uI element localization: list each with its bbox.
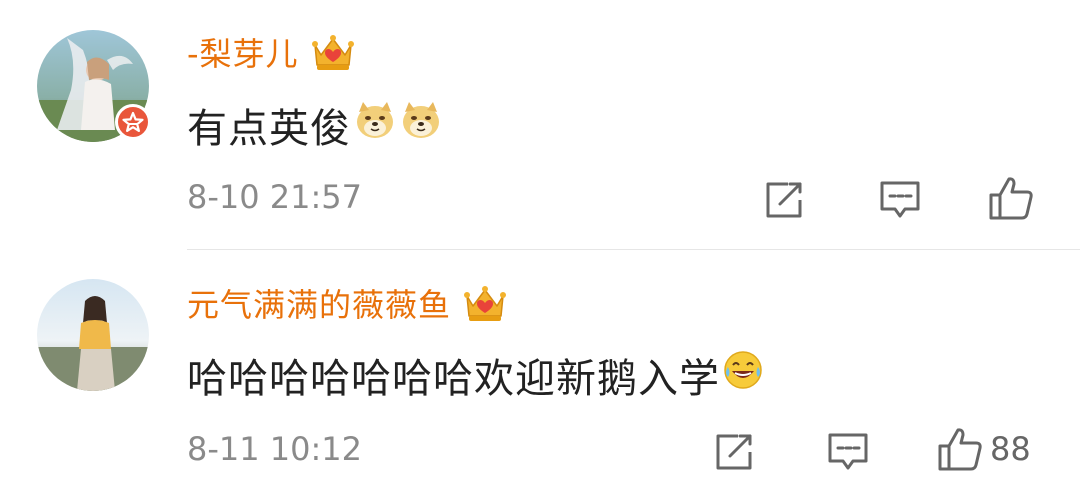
laugh-tears-emoji: [722, 349, 764, 401]
repost-button[interactable]: [710, 430, 758, 474]
username[interactable]: 元气满满的薇薇鱼: [187, 280, 451, 326]
thumbs-up-icon: [989, 177, 1033, 220]
thumbs-up-icon: [938, 428, 982, 471]
username-row: -梨芽儿: [187, 28, 357, 76]
timestamp: 8-11 10:12: [187, 430, 363, 468]
vip-star-icon: [115, 104, 151, 140]
repost-button[interactable]: [760, 178, 808, 222]
doge-emoji: [353, 98, 397, 152]
avatar-image: [37, 279, 149, 391]
comment-icon: [828, 433, 868, 470]
crown-heart-icon: [309, 31, 357, 73]
comment-text-content: 哈哈哈哈哈哈哈欢迎新鹅入学: [187, 356, 720, 402]
avatar[interactable]: [37, 30, 151, 142]
username-row: 元气满满的薇薇鱼: [187, 279, 509, 327]
comment-item: -梨芽儿 有点英俊 8-10 21:57: [0, 0, 1080, 250]
repost-icon: [766, 182, 802, 218]
comment-text: 有点英俊: [187, 96, 443, 154]
doge-emoji: [399, 98, 443, 152]
comment-icon: [880, 181, 920, 218]
comment-button[interactable]: [824, 430, 872, 474]
comment-item: 元气满满的薇薇鱼 哈哈哈哈哈哈哈欢迎新鹅入学 8-11 10:12 88: [0, 250, 1080, 499]
comment-text-content: 有点英俊: [187, 106, 351, 152]
username[interactable]: -梨芽儿: [187, 29, 299, 75]
repost-icon: [716, 434, 752, 470]
like-button[interactable]: 88: [936, 424, 1056, 474]
comment-text: 哈哈哈哈哈哈哈欢迎新鹅入学: [187, 346, 764, 404]
like-count: 88: [990, 430, 1031, 468]
like-button[interactable]: [985, 174, 1037, 222]
timestamp: 8-10 21:57: [187, 178, 363, 216]
crown-heart-icon: [461, 282, 509, 324]
avatar[interactable]: [37, 279, 149, 391]
comment-button[interactable]: [876, 178, 924, 222]
